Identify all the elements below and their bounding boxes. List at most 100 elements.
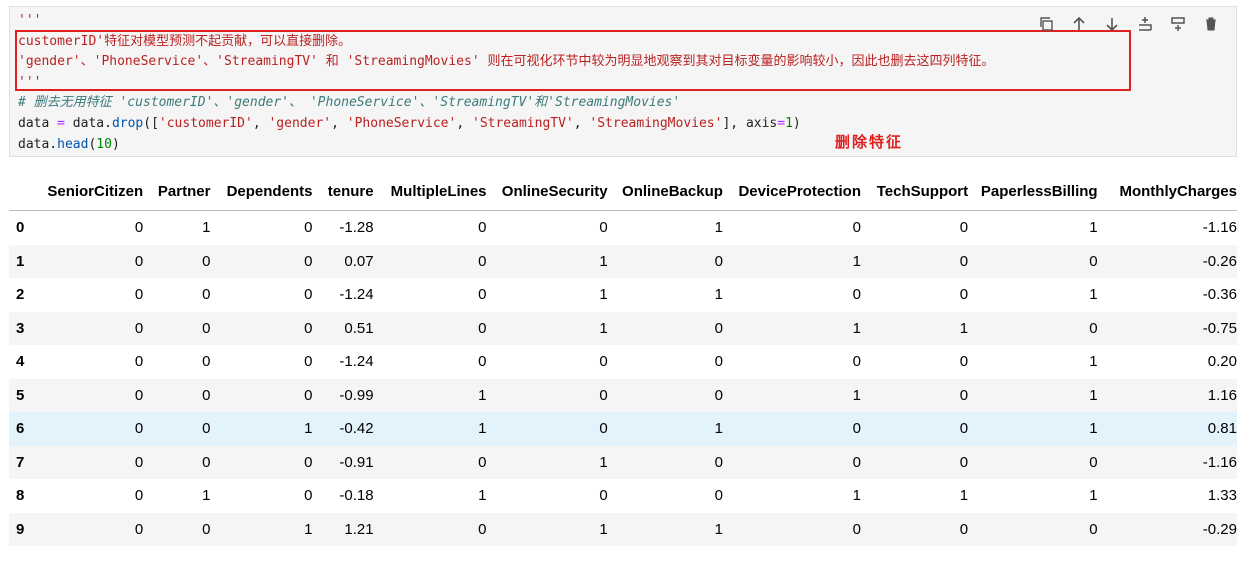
code-token: 'PhoneService' <box>346 115 457 131</box>
table-cell: 0 <box>304 319 313 337</box>
row-index: 4 <box>16 353 25 371</box>
table-cell: 0 <box>478 286 487 304</box>
table-cell: -0.36 <box>1202 286 1237 304</box>
column-header: OnlineSecurity <box>486 172 608 211</box>
cell-toolbar <box>1035 13 1222 35</box>
table-cell: 1.21 <box>344 520 374 538</box>
insert-above-icon[interactable] <box>1134 13 1156 35</box>
table-cell: 1 <box>599 252 608 270</box>
table-cell: 0.07 <box>344 252 374 270</box>
code-token: data <box>18 115 58 131</box>
code-token: , <box>573 115 590 131</box>
table-cell: 1 <box>1089 487 1098 505</box>
table-cell: 0 <box>714 487 723 505</box>
table-cell: 1 <box>714 286 723 304</box>
table-cell: 0 <box>478 319 487 337</box>
table-cell: 0 <box>202 520 211 538</box>
dataframe-output: SeniorCitizen Partner Dependents tenure Mult… <box>9 172 1237 546</box>
table-cell: 0 <box>202 420 211 438</box>
table-cell: 0 <box>599 219 608 237</box>
table-cell: 0 <box>852 520 862 538</box>
table-cell: 0 <box>134 219 144 237</box>
table-cell: 0 <box>304 353 313 371</box>
row-index: 8 <box>16 487 25 505</box>
table-cell: 1 <box>1089 353 1098 371</box>
column-header: Partner <box>143 172 211 211</box>
code-token: , <box>456 115 472 131</box>
table-cell: 1 <box>1089 286 1098 304</box>
table-row: 1 0 0 0 0.07 0 1 0 1 0 0 -0.26 <box>9 244 1237 278</box>
code-token: 'StreamingMovies' <box>589 115 723 131</box>
table-cell: 0 <box>959 520 969 538</box>
column-header: tenure <box>312 172 374 211</box>
code-token: head <box>57 136 89 152</box>
table-cell: 1 <box>599 453 608 471</box>
table-cell: -0.91 <box>339 453 374 471</box>
table-cell: -0.29 <box>1202 520 1237 538</box>
table-cell: 1 <box>599 286 608 304</box>
table-cell: 1 <box>1089 386 1098 404</box>
table-cell: 0 <box>959 386 969 404</box>
table-cell: 0 <box>478 353 487 371</box>
table-cell: 1 <box>304 420 313 438</box>
table-cell: 0 <box>714 319 723 337</box>
notebook-view: ''' customerID'特征对模型预测不起贡献，可以直接删除。 'gend… <box>0 0 1237 567</box>
table-cell: 1 <box>478 420 487 438</box>
table-cell: 0 <box>478 453 487 471</box>
table-cell: -1.24 <box>339 353 374 371</box>
row-index: 2 <box>16 286 25 304</box>
column-header: TechSupport <box>861 172 969 211</box>
table-cell: 0 <box>852 420 862 438</box>
table-cell: 1 <box>852 386 862 404</box>
table-row: 3 0 0 0 0.51 0 1 0 1 1 0 -0.75 <box>9 311 1237 345</box>
table-cell: 1 <box>714 420 723 438</box>
code-cell[interactable]: ''' customerID'特征对模型预测不起贡献，可以直接删除。 'gend… <box>9 6 1237 157</box>
table-cell: 0 <box>304 487 313 505</box>
table-cell: 0 <box>1089 520 1098 538</box>
table-cell: 0 <box>304 219 313 237</box>
code-token: ''' <box>18 13 42 28</box>
code-token: 10 <box>96 136 112 152</box>
row-index: 7 <box>16 453 25 471</box>
code-token: 'customerID' <box>158 115 253 131</box>
table-cell: 0 <box>478 520 487 538</box>
table-cell: -1.24 <box>339 286 374 304</box>
table-row: 6 0 0 1 -0.42 1 0 1 0 0 1 0.81 <box>9 412 1237 446</box>
copy-icon[interactable] <box>1035 13 1057 35</box>
table-cell: 0 <box>959 219 969 237</box>
table-cell: 1 <box>599 319 608 337</box>
table-cell: 1 <box>1089 219 1098 237</box>
code-token: ) <box>792 115 801 131</box>
move-down-icon[interactable] <box>1101 13 1123 35</box>
table-cell: 1.16 <box>1207 386 1237 404</box>
table-cell: 1 <box>304 520 313 538</box>
move-up-icon[interactable] <box>1068 13 1090 35</box>
column-header: MonthlyCharges <box>1097 172 1237 211</box>
table-cell: 0 <box>959 453 969 471</box>
table-cell: 0 <box>304 453 313 471</box>
table-cell: 1 <box>714 520 723 538</box>
table-cell: 0 <box>1089 252 1098 270</box>
code-token: = <box>777 115 786 131</box>
table-cell: 1 <box>202 219 211 237</box>
column-header: SeniorCitizen <box>32 172 144 211</box>
table-cell: -1.16 <box>1202 219 1237 237</box>
table-cell: 0 <box>304 252 313 270</box>
table-cell: -1.16 <box>1202 453 1237 471</box>
table-cell: 0 <box>478 252 487 270</box>
column-header: PaperlessBilling <box>968 172 1098 211</box>
table-cell: 0 <box>134 386 144 404</box>
table-cell: 0 <box>202 353 211 371</box>
table-cell: 0 <box>852 453 862 471</box>
table-cell: 0 <box>304 286 313 304</box>
table-cell: 0 <box>134 453 144 471</box>
table-cell: 0 <box>202 252 211 270</box>
delete-icon[interactable] <box>1200 13 1222 35</box>
code-token: data. <box>64 115 112 131</box>
table-cell: 0 <box>202 319 211 337</box>
code-token: = <box>57 115 65 131</box>
table-cell: -0.18 <box>339 487 374 505</box>
table-cell: 0 <box>852 353 862 371</box>
insert-below-icon[interactable] <box>1167 13 1189 35</box>
code-token: ], axis <box>722 115 778 131</box>
